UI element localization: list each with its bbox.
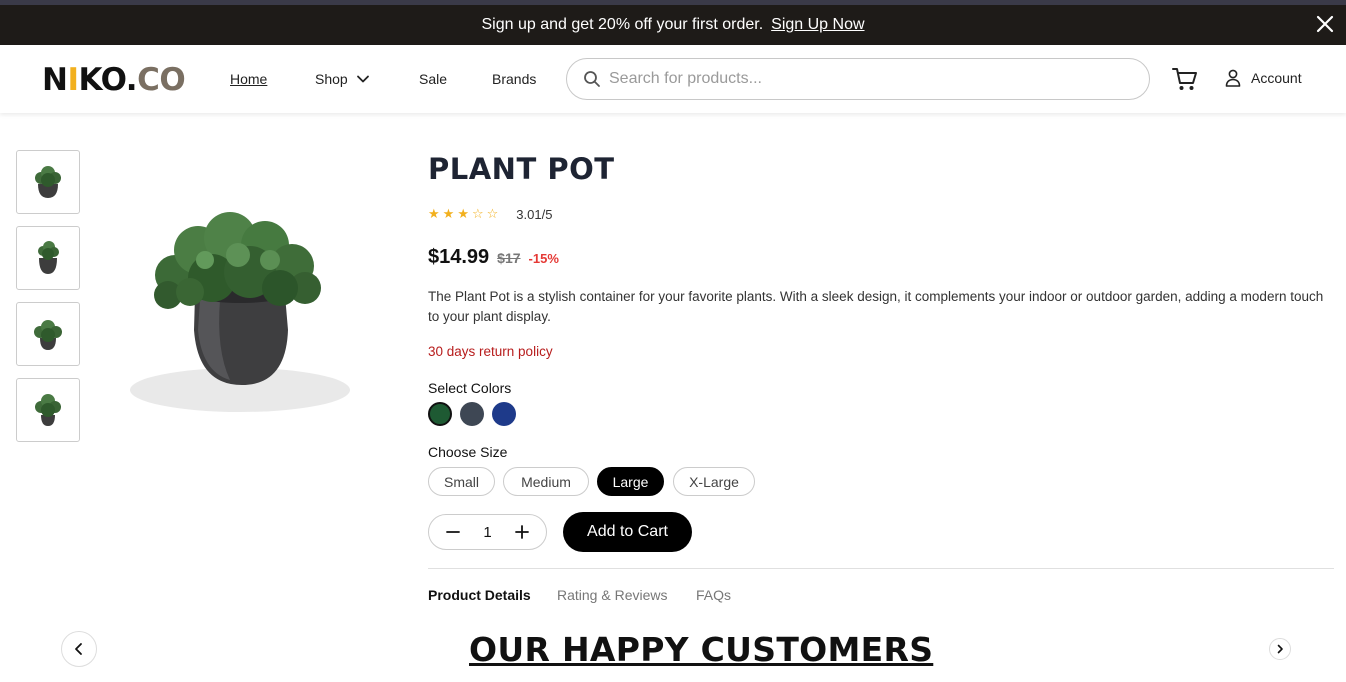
quantity-stepper: 1 — [428, 514, 547, 550]
original-price: $17 — [497, 250, 521, 266]
logo-ko: KO. — [78, 62, 138, 98]
search-icon — [584, 71, 600, 87]
increase-quantity-button[interactable] — [514, 524, 530, 540]
brand-logo[interactable]: NIKO.CO — [42, 62, 186, 98]
current-price: $14.99 — [428, 246, 490, 268]
star-icon: ★ — [457, 206, 469, 221]
plant-pot-image — [38, 241, 59, 274]
search-bar[interactable] — [566, 58, 1150, 100]
color-swatch-green[interactable] — [428, 402, 452, 426]
logo-i: I — [67, 62, 79, 98]
plus-icon — [515, 525, 529, 539]
product-thumbnail[interactable] — [16, 378, 80, 442]
sign-up-link[interactable]: Sign Up Now — [771, 16, 864, 34]
promo-banner: Sign up and get 20% off your first order… — [0, 5, 1346, 45]
plant-pot-image — [34, 320, 62, 350]
colors-label: Select Colors — [428, 380, 512, 396]
close-icon[interactable] — [1314, 13, 1336, 35]
nav-brands[interactable]: Brands — [492, 71, 536, 87]
star-outline-icon: ☆ — [471, 206, 484, 221]
minus-icon — [446, 531, 460, 533]
customers-heading: OUR HAPPY CUSTOMERS — [469, 630, 934, 669]
size-xlarge-button[interactable]: X-Large — [673, 467, 755, 496]
user-icon — [1225, 69, 1241, 87]
star-icon: ★ — [428, 206, 440, 221]
nav-shop-label: Shop — [315, 71, 348, 87]
nav-home[interactable]: Home — [230, 71, 267, 87]
size-medium-button[interactable]: Medium — [503, 467, 589, 496]
nav-sale[interactable]: Sale — [419, 71, 447, 87]
quantity-value: 1 — [483, 523, 492, 541]
tab-rating-reviews[interactable]: Rating & Reviews — [557, 587, 668, 603]
color-swatch-gray[interactable] — [460, 402, 484, 426]
product-main-image — [130, 212, 350, 412]
tabs-divider — [428, 568, 1334, 569]
product-thumbnail[interactable] — [16, 302, 80, 366]
account-label: Account — [1251, 70, 1302, 86]
rating-stars: ★ ★ ★ ☆ ☆ — [428, 206, 498, 222]
carousel-next-button[interactable] — [1269, 638, 1291, 660]
nav-shop[interactable]: Shop — [315, 71, 370, 87]
product-title: PLANT POT — [428, 152, 615, 186]
chevron-down-icon — [356, 75, 369, 83]
rating-value: 3.01/5 — [516, 206, 553, 222]
price-row: $14.99 $17 -15% — [428, 246, 559, 269]
plant-pot-image — [35, 166, 61, 198]
size-label: Choose Size — [428, 444, 508, 460]
product-thumbnail[interactable] — [16, 150, 80, 214]
star-icon: ★ — [442, 206, 455, 221]
add-to-cart-button[interactable]: Add to Cart — [563, 512, 692, 552]
product-description: The Plant Pot is a stylish container for… — [428, 289, 1324, 324]
size-small-button[interactable]: Small — [428, 467, 495, 496]
logo-n: N — [42, 62, 68, 98]
return-policy: 30 days return policy — [428, 344, 553, 359]
chevron-left-icon — [75, 643, 82, 655]
search-input[interactable] — [609, 70, 1109, 88]
account-link[interactable]: Account — [1225, 69, 1302, 87]
site-header: NIKO.CO Home Shop Sale Brands Account — [0, 45, 1346, 113]
plant-pot-image — [35, 394, 61, 426]
star-outline-icon: ☆ — [486, 206, 499, 221]
color-swatch-blue[interactable] — [492, 402, 516, 426]
decrease-quantity-button[interactable] — [445, 524, 461, 540]
cart-icon[interactable] — [1171, 65, 1199, 93]
tab-product-details[interactable]: Product Details — [428, 587, 531, 603]
product-rating: ★ ★ ★ ☆ ☆ 3.01/5 — [428, 206, 552, 222]
size-large-button[interactable]: Large — [597, 467, 664, 496]
promo-text: Sign up and get 20% off your first order… — [481, 16, 764, 33]
product-thumbnail[interactable] — [16, 226, 80, 290]
carousel-prev-button[interactable] — [61, 631, 97, 667]
logo-co: CO — [137, 62, 186, 98]
tab-faqs[interactable]: FAQs — [696, 587, 731, 603]
discount-badge: -15% — [528, 251, 559, 266]
chevron-right-icon — [1277, 644, 1283, 654]
